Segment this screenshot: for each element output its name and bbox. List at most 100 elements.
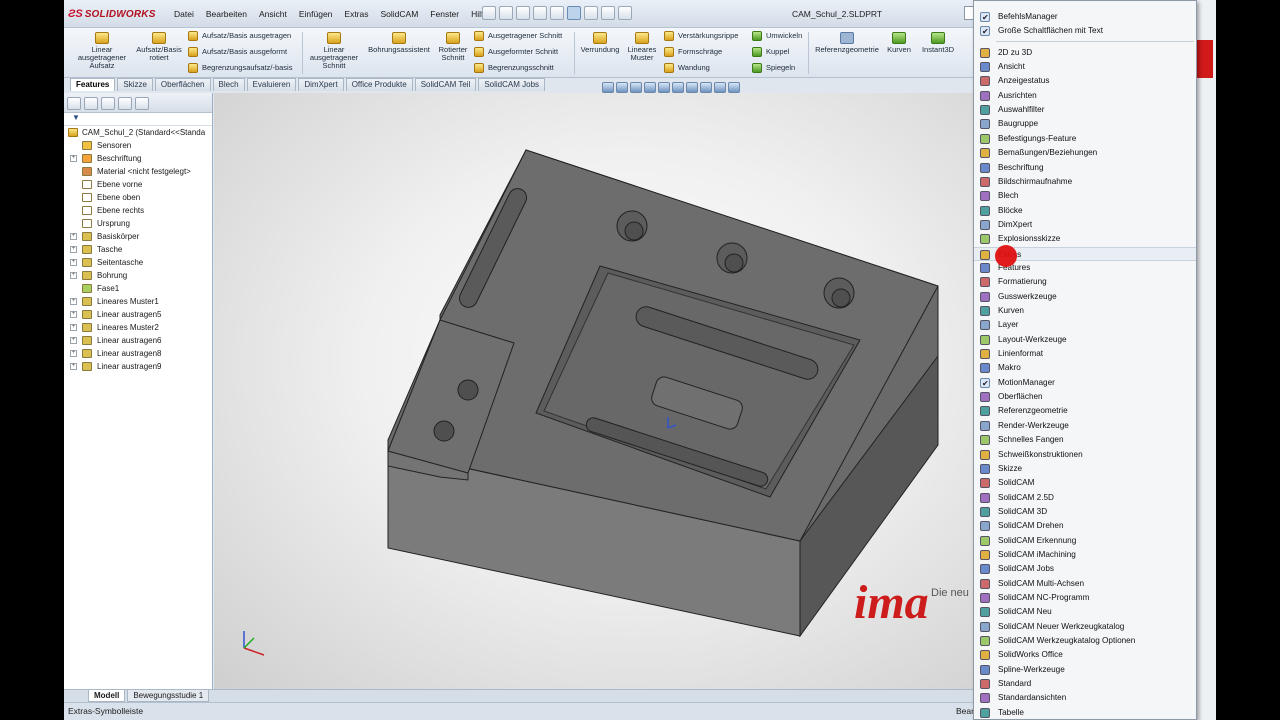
loft-boss-button[interactable]: Aufsatz/Basis ausgeformt bbox=[188, 46, 287, 58]
revolve-button[interactable]: Aufsatz/Basis rotiert bbox=[134, 32, 184, 62]
instant3d-button[interactable]: Instant3D bbox=[918, 32, 958, 54]
tab-modell[interactable]: Modell bbox=[88, 690, 126, 702]
tab-solidcam-jobs[interactable]: SolidCAM Jobs bbox=[478, 78, 546, 91]
menu-item[interactable]: SolidCAM Neuer Werkzeugkatalog bbox=[974, 620, 1196, 634]
section-view-icon[interactable] bbox=[644, 82, 656, 93]
edit-appearance-icon[interactable] bbox=[700, 82, 712, 93]
menu-item[interactable]: Layer bbox=[974, 318, 1196, 332]
menu-item[interactable]: SolidCAM Erkennung bbox=[974, 534, 1196, 548]
menu-item[interactable]: SolidCAM 3D bbox=[974, 505, 1196, 519]
tree-item[interactable]: + Tasche bbox=[64, 243, 212, 256]
menu-item[interactable]: SolidCAM 2.5D bbox=[974, 491, 1196, 505]
menu-item[interactable]: Render-Werkzeuge bbox=[974, 419, 1196, 433]
boundary-boss-button[interactable]: Begrenzungsaufsatz/-basis bbox=[188, 62, 292, 74]
menu-item[interactable]: Formatierung bbox=[974, 275, 1196, 289]
undo-icon[interactable] bbox=[550, 6, 564, 20]
display-style-icon[interactable] bbox=[672, 82, 684, 93]
menu-extras[interactable]: Extras bbox=[338, 9, 374, 19]
property-manager-icon[interactable] bbox=[84, 97, 98, 110]
menu-item[interactable]: Beschriftung bbox=[974, 161, 1196, 175]
tab-bewegungsstudie[interactable]: Bewegungsstudie 1 bbox=[127, 690, 210, 702]
draft-button[interactable]: Formschräge bbox=[664, 46, 722, 58]
feature-tree-icon[interactable] bbox=[67, 97, 81, 110]
open-folder-icon[interactable] bbox=[499, 6, 513, 20]
tree-item[interactable]: + Linear austragen5 bbox=[64, 308, 212, 321]
rebuild-icon[interactable] bbox=[584, 6, 598, 20]
solidworks-logo[interactable]: ƧS SOLIDWORKS bbox=[68, 6, 156, 22]
dimxpert-manager-icon[interactable] bbox=[118, 97, 132, 110]
menu-item[interactable]: Ausrichten bbox=[974, 89, 1196, 103]
menu-item[interactable]: Linienformat bbox=[974, 347, 1196, 361]
wrap-button[interactable]: Umwickeln bbox=[752, 30, 802, 42]
expand-icon[interactable]: + bbox=[70, 324, 77, 331]
menu-item[interactable]: Bildschirmaufnahme bbox=[974, 175, 1196, 189]
dome-button[interactable]: Kuppel bbox=[752, 46, 789, 58]
tree-item[interactable]: + Lineares Muster1 bbox=[64, 295, 212, 308]
tree-item[interactable]: Ebene oben bbox=[64, 191, 212, 204]
new-document-icon[interactable] bbox=[482, 6, 496, 20]
menu-item[interactable]: Makro bbox=[974, 361, 1196, 375]
expand-icon[interactable]: + bbox=[70, 246, 77, 253]
graphics-viewport[interactable]: ima Die neu bbox=[214, 82, 974, 689]
menu-item[interactable]: BefehlsManager bbox=[974, 10, 1196, 25]
menu-item[interactable]: Spline-Werkzeuge bbox=[974, 663, 1196, 677]
tab-solidcam-teil[interactable]: SolidCAM Teil bbox=[414, 78, 477, 91]
configuration-manager-icon[interactable] bbox=[101, 97, 115, 110]
mirror-button[interactable]: Spiegeln bbox=[752, 62, 795, 74]
tree-item[interactable]: + Linear austragen8 bbox=[64, 347, 212, 360]
menu-item[interactable]: Anzeigestatus bbox=[974, 74, 1196, 88]
menu-item[interactable]: Bemaßungen/Beziehungen bbox=[974, 146, 1196, 160]
expand-icon[interactable]: + bbox=[70, 363, 77, 370]
menu-item[interactable]: SolidWorks Office bbox=[974, 648, 1196, 662]
menu-item[interactable]: SolidCAM iMachining bbox=[974, 548, 1196, 562]
menu-item[interactable]: SolidCAM Multi-Achsen bbox=[974, 577, 1196, 591]
tree-root[interactable]: CAM_Schul_2 (Standard<<Standa bbox=[64, 126, 212, 139]
menu-item[interactable]: Große Schaltflächen mit Text bbox=[974, 24, 1196, 39]
swept-cut-button[interactable]: Ausgetragener Schnitt bbox=[474, 30, 562, 42]
curves-button[interactable]: Kurven bbox=[882, 32, 916, 54]
tab-skizze[interactable]: Skizze bbox=[117, 78, 153, 91]
hide-show-items-icon[interactable] bbox=[686, 82, 698, 93]
tree-item[interactable]: + Seitentasche bbox=[64, 256, 212, 269]
view-settings-icon[interactable] bbox=[728, 82, 740, 93]
filter-icon[interactable]: ▼ bbox=[64, 113, 212, 126]
display-manager-icon[interactable] bbox=[135, 97, 149, 110]
options-icon[interactable] bbox=[618, 6, 632, 20]
tab-dimxpert[interactable]: DimXpert bbox=[298, 78, 344, 91]
menu-item[interactable]: Befestigungs-Feature bbox=[974, 132, 1196, 146]
menu-item[interactable]: 2D zu 3D bbox=[974, 46, 1196, 60]
apply-scene-icon[interactable] bbox=[714, 82, 726, 93]
menu-ansicht[interactable]: Ansicht bbox=[253, 9, 293, 19]
linear-cut-button[interactable]: Linear ausgetragener Schnitt bbox=[306, 32, 362, 70]
tree-item[interactable]: Sensoren bbox=[64, 139, 212, 152]
expand-icon[interactable]: + bbox=[70, 350, 77, 357]
menu-item[interactable]: Tabelle bbox=[974, 706, 1196, 720]
menu-item[interactable]: SolidCAM bbox=[974, 476, 1196, 490]
linear-pattern-button[interactable]: Lineares Muster bbox=[624, 32, 660, 62]
menu-item[interactable]: SolidCAM NC-Programm bbox=[974, 591, 1196, 605]
tree-item[interactable]: + Basiskörper bbox=[64, 230, 212, 243]
tree-item[interactable]: + Beschriftung bbox=[64, 152, 212, 165]
previous-view-icon[interactable] bbox=[630, 82, 642, 93]
menu-item[interactable]: Gusswerkzeuge bbox=[974, 290, 1196, 304]
tab-blech[interactable]: Blech bbox=[212, 78, 245, 91]
tab-evaluieren[interactable]: Evaluieren bbox=[246, 78, 297, 91]
menu-datei[interactable]: Datei bbox=[168, 9, 200, 19]
zoom-to-fit-icon[interactable] bbox=[602, 82, 614, 93]
menu-item[interactable]: SolidCAM Werkzeugkatalog Optionen bbox=[974, 634, 1196, 648]
menu-item[interactable]: Blech bbox=[974, 189, 1196, 203]
save-icon[interactable] bbox=[516, 6, 530, 20]
boundary-cut-button[interactable]: Begrenzungsschnitt bbox=[474, 62, 554, 74]
select-pointer-icon[interactable] bbox=[567, 6, 581, 20]
menu-bearbeiten[interactable]: Bearbeiten bbox=[200, 9, 253, 19]
hole-wizard-button[interactable]: Bohrungsassistent bbox=[364, 32, 434, 54]
linear-extrude-button[interactable]: Linear ausgetragener Aufsatz bbox=[72, 32, 132, 70]
menu-item[interactable]: Schnelles Fangen bbox=[974, 433, 1196, 447]
sweep-boss-button[interactable]: Aufsatz/Basis ausgetragen bbox=[188, 30, 291, 42]
tab-office-produkte[interactable]: Office Produkte bbox=[345, 78, 413, 91]
tree-item[interactable]: + Linear austragen6 bbox=[64, 334, 212, 347]
menu-item[interactable]: SolidCAM Jobs bbox=[974, 562, 1196, 576]
menu-item[interactable]: Blöcke bbox=[974, 204, 1196, 218]
expand-icon[interactable]: + bbox=[70, 311, 77, 318]
lofted-cut-button[interactable]: Ausgeformter Schnitt bbox=[474, 46, 558, 58]
